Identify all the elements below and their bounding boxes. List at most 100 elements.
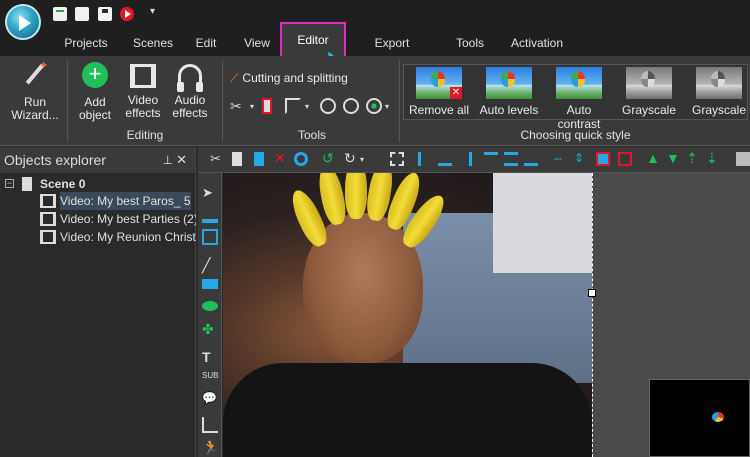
cutting-splitting-button[interactable]: ⟋ Cutting and splitting: [230, 71, 348, 86]
open-project-icon[interactable]: [75, 7, 89, 21]
tools-group-label: Tools: [297, 128, 326, 142]
cut-icon[interactable]: ✂: [210, 151, 224, 166]
rotate-left-90-icon[interactable]: [320, 98, 336, 114]
selection-border: [592, 173, 593, 457]
text-tool-icon[interactable]: T: [202, 349, 218, 365]
style-label: Grayscale: [621, 103, 677, 117]
delete-icon[interactable]: ✕: [274, 150, 288, 166]
align-bottom-icon[interactable]: [524, 152, 538, 166]
magic-wand-icon: ✦: [21, 60, 49, 88]
subtitle-tool-icon[interactable]: SUB: [202, 371, 218, 387]
align-left-icon[interactable]: [418, 152, 432, 166]
bring-forward-icon[interactable]: ▲: [646, 150, 660, 166]
align-right-icon[interactable]: [458, 152, 472, 166]
trim-icon[interactable]: [262, 98, 272, 114]
app-logo[interactable]: [5, 4, 41, 40]
dropdown-arrow-icon[interactable]: ▾: [305, 102, 321, 118]
send-to-back-icon[interactable]: ⇣: [706, 150, 720, 166]
undo-icon[interactable]: ↺: [322, 150, 336, 166]
style-auto-contrast[interactable]: Auto contrast: [544, 67, 614, 131]
new-project-icon[interactable]: [53, 7, 67, 21]
fit-frame-icon[interactable]: [618, 152, 632, 166]
quick-access-menu-icon[interactable]: ▾: [150, 6, 155, 17]
align-top-icon[interactable]: [484, 152, 498, 166]
video-icon: [40, 212, 56, 226]
tree-item-video[interactable]: Video: My best Paros_ 5: [0, 192, 196, 210]
stretch-vertical-icon[interactable]: ⇕: [574, 151, 588, 165]
ellipse-tool-icon[interactable]: [202, 301, 218, 311]
balloon-thumbnail-icon: ✕: [416, 67, 462, 99]
add-object-button[interactable]: + Add object: [72, 62, 118, 122]
pin-icon[interactable]: ⊥: [163, 147, 173, 173]
ribbon-separator: [222, 60, 223, 142]
video-effects-button[interactable]: Video effects: [120, 62, 166, 120]
tab-projects[interactable]: Projects: [64, 30, 108, 56]
headphones-icon: [177, 64, 203, 92]
tab-edit[interactable]: Edit: [194, 30, 218, 56]
animation-tool-icon[interactable]: 🏃: [202, 439, 219, 455]
tab-activation[interactable]: Activation: [510, 30, 564, 56]
align-center-icon[interactable]: [438, 152, 452, 166]
select-all-icon[interactable]: [390, 152, 404, 166]
explorer-title: Objects explorer: [4, 152, 106, 168]
callout-tool-icon[interactable]: 💬: [202, 391, 218, 407]
stretch-horizontal-icon[interactable]: ⇔: [552, 151, 566, 165]
add-object-label: Add object: [78, 95, 112, 122]
style-label: Remove all: [408, 103, 470, 117]
preview-thumbnail: [649, 379, 750, 457]
tab-editor[interactable]: Editor: [280, 22, 346, 58]
pointer-icon[interactable]: ➤: [202, 185, 218, 201]
styles-group-label: Choosing quick style: [520, 128, 631, 142]
chart-tool-icon[interactable]: [202, 417, 218, 433]
ribbon: ✦ Run Wizard... + Add object Video effec…: [0, 56, 750, 146]
circle-icon[interactable]: [294, 152, 308, 166]
freeform-tool-icon[interactable]: ✤: [202, 321, 218, 337]
stabilize-icon[interactable]: [366, 98, 382, 114]
preview-play-icon[interactable]: [120, 7, 134, 21]
style-auto-levels[interactable]: Auto levels: [476, 67, 542, 117]
run-wizard-button[interactable]: ✦ Run Wizard...: [6, 60, 64, 122]
tree-item-scene[interactable]: − Scene 0: [0, 175, 196, 193]
fit-size-icon[interactable]: [596, 152, 610, 166]
title-bar: ▾ Projects Scenes Edit View Editor Expor…: [0, 0, 750, 76]
saw-icon: ⟋: [230, 71, 239, 85]
collapse-icon[interactable]: −: [5, 179, 14, 188]
video-frame[interactable]: [223, 173, 592, 457]
line-tool-icon[interactable]: ╱: [202, 257, 218, 273]
copy-icon[interactable]: [232, 152, 242, 166]
banana-shape: [345, 173, 367, 219]
cutting-splitting-label: Cutting and splitting: [242, 71, 348, 85]
tab-export-project[interactable]: Export project: [355, 30, 429, 76]
crop-icon[interactable]: [285, 98, 301, 114]
redo-icon[interactable]: ↻: [344, 150, 358, 166]
style-remove-all[interactable]: ✕ Remove all: [406, 67, 472, 117]
close-icon[interactable]: ✕: [176, 147, 187, 173]
style-grayscale[interactable]: Grayscale: [616, 67, 682, 117]
save-project-icon[interactable]: [98, 7, 112, 21]
quick-style-gallery: ✕ Remove all Auto levels Auto contrast G…: [403, 64, 750, 131]
scissors-icon[interactable]: ✂: [230, 98, 246, 114]
scene-label: Scene 0: [40, 177, 86, 191]
tree-item-video[interactable]: Video: My Reunion Christ: [0, 228, 196, 246]
send-backward-icon[interactable]: ▼: [666, 150, 680, 166]
tab-scenes[interactable]: Scenes: [133, 30, 173, 56]
group-object-icon[interactable]: [202, 229, 218, 245]
tab-tools[interactable]: Tools: [456, 30, 484, 56]
rotate-right-90-icon[interactable]: [343, 98, 359, 114]
bring-to-front-icon[interactable]: ⇡: [686, 150, 700, 166]
text-object-icon[interactable]: [202, 207, 218, 223]
rectangle-tool-icon[interactable]: [202, 279, 218, 289]
tab-view[interactable]: View: [244, 30, 270, 56]
paste-icon[interactable]: [254, 152, 264, 166]
audio-effects-label: Audio effects: [172, 93, 208, 120]
resize-handle[interactable]: [588, 289, 596, 297]
dropdown-arrow-icon[interactable]: ▾: [360, 155, 374, 169]
tree-item-video[interactable]: Video: My best Parties (2)_: [0, 210, 196, 228]
shirt-area: [223, 363, 592, 457]
snapshot-icon[interactable]: [736, 152, 750, 166]
scene-canvas[interactable]: [223, 173, 750, 457]
balloon-thumbnail-icon: [626, 67, 672, 99]
style-grayscale-2[interactable]: Grayscale: [686, 67, 750, 117]
align-middle-icon[interactable]: [504, 152, 518, 166]
audio-effects-button[interactable]: Audio effects: [166, 62, 214, 120]
